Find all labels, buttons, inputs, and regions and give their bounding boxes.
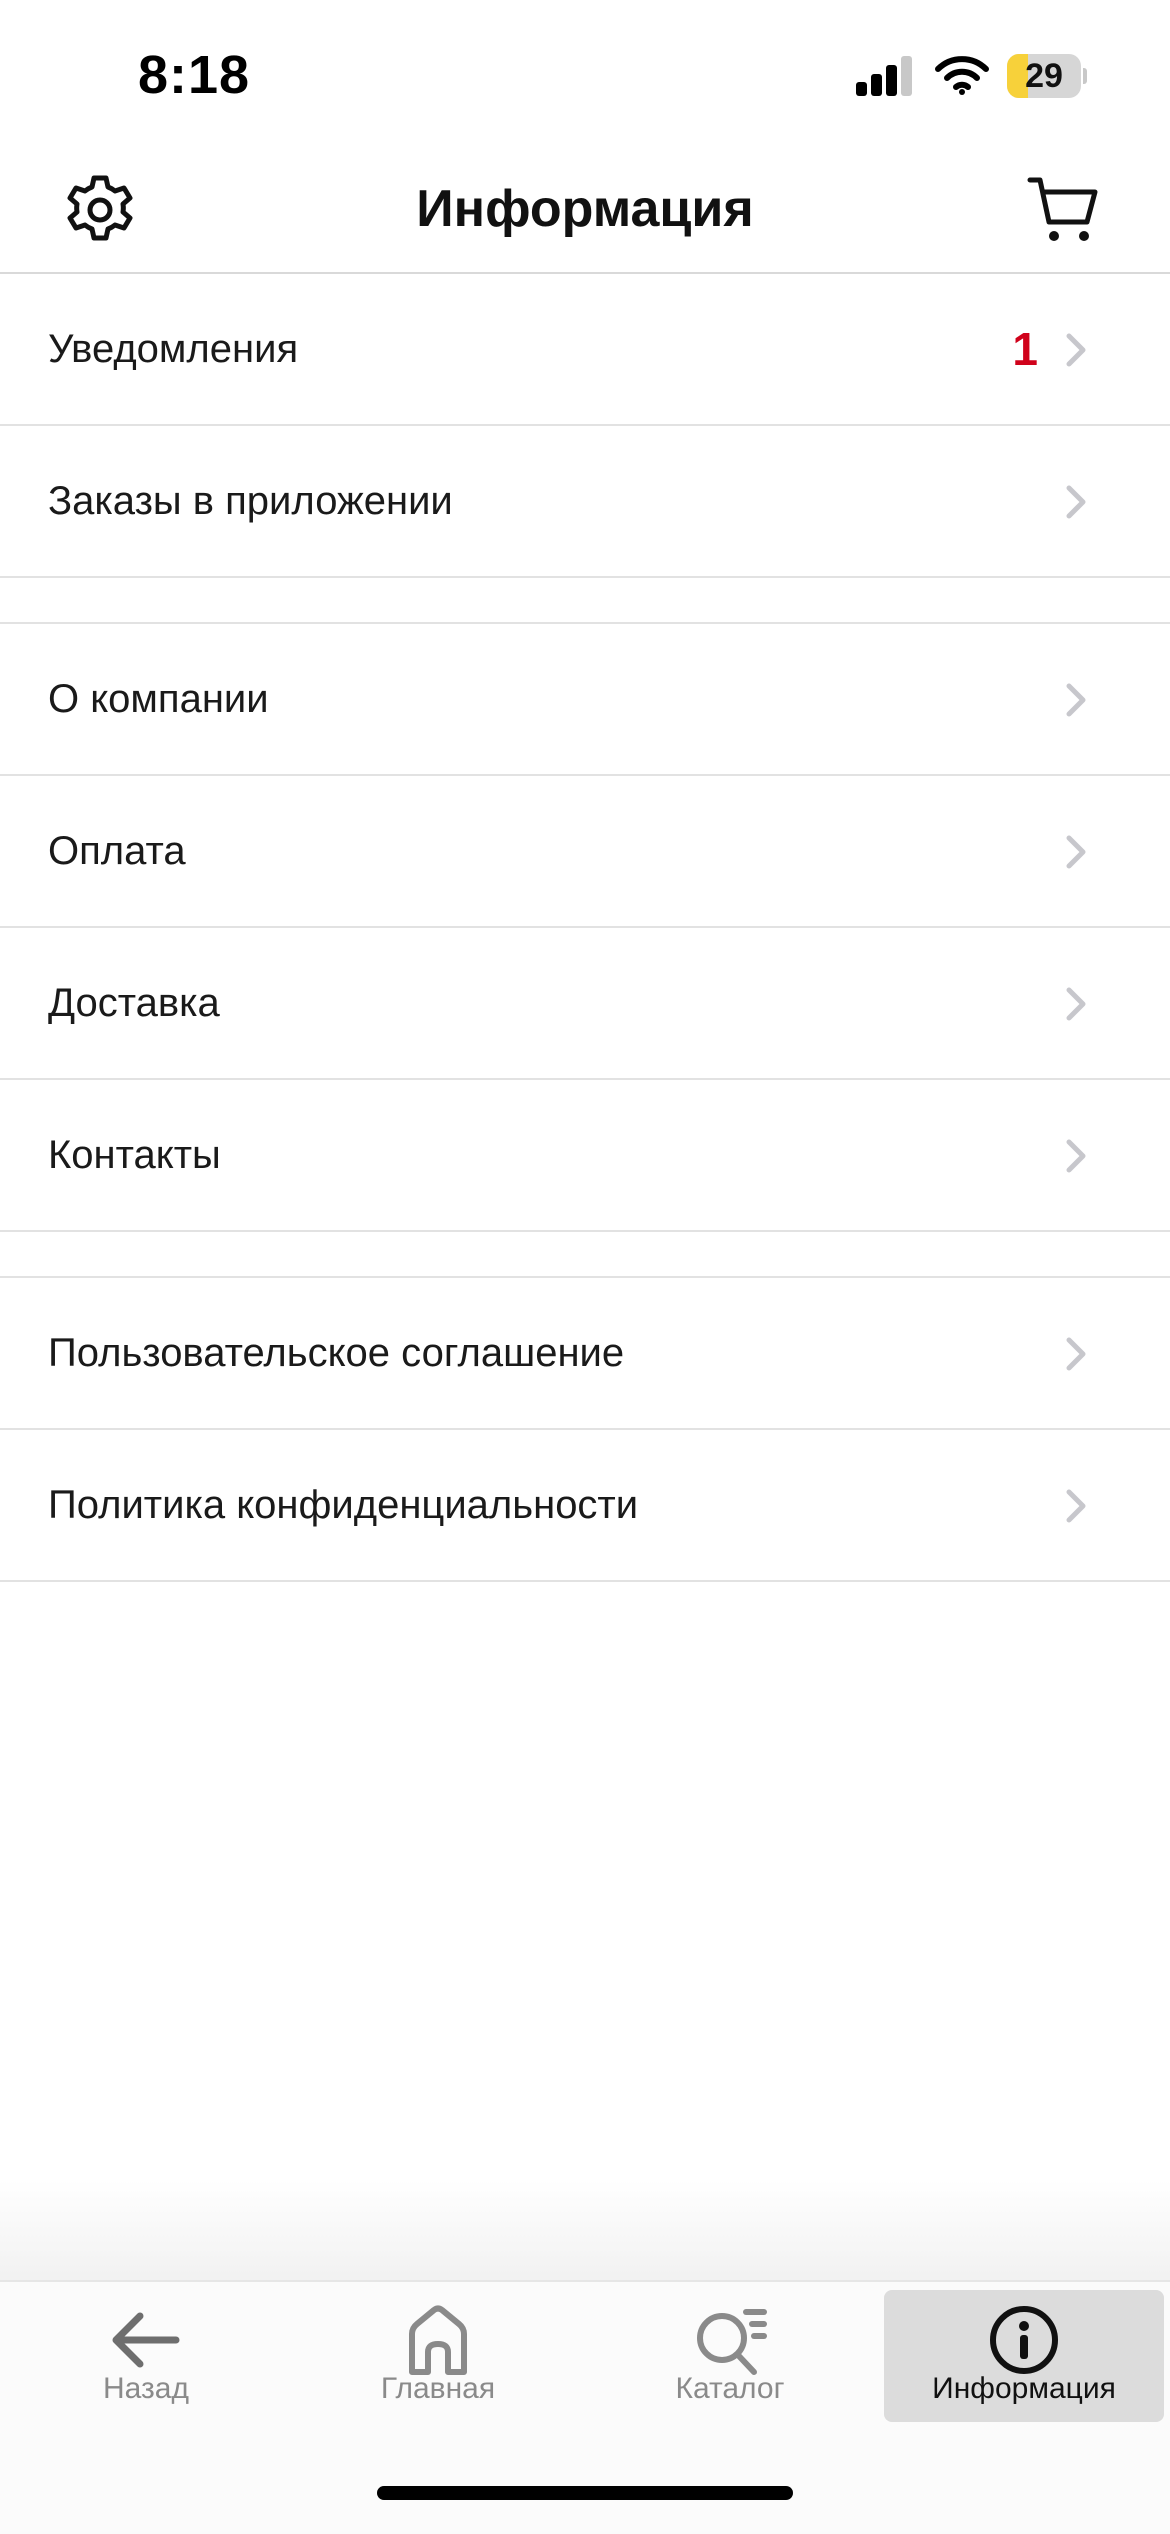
tab-label: Каталог bbox=[675, 2372, 785, 2405]
menu-item-about-company[interactable]: О компании bbox=[0, 624, 1170, 776]
tab-label: Назад bbox=[103, 2372, 189, 2405]
tab-catalog[interactable]: Каталог bbox=[590, 2290, 870, 2422]
info-icon bbox=[990, 2306, 1058, 2374]
menu-item-label: О компании bbox=[48, 677, 269, 721]
home-icon bbox=[409, 2305, 467, 2375]
chevron-right-icon bbox=[1066, 333, 1086, 367]
tab-home[interactable]: Главная bbox=[298, 2290, 578, 2422]
cellular-signal-icon bbox=[856, 56, 914, 96]
tab-information[interactable]: Информация bbox=[884, 2290, 1164, 2422]
page-title: Информация bbox=[416, 180, 754, 238]
tab-back[interactable]: Назад bbox=[6, 2290, 286, 2422]
menu-item-label: Оплата bbox=[48, 829, 186, 873]
battery-indicator: 29 bbox=[1007, 54, 1087, 98]
menu-item-label: Уведомления bbox=[48, 327, 299, 371]
settings-button[interactable] bbox=[60, 170, 140, 250]
menu-item-label: Политика конфиденциальности bbox=[48, 1483, 639, 1527]
chevron-right-icon bbox=[1066, 987, 1086, 1021]
chevron-right-icon bbox=[1066, 1139, 1086, 1173]
menu-item-user-agreement[interactable]: Пользовательское соглашение bbox=[0, 1278, 1170, 1430]
menu-item-label: Пользовательское соглашение bbox=[48, 1331, 625, 1375]
catalog-search-icon bbox=[697, 2309, 767, 2375]
tabbar-shadow bbox=[0, 2180, 1170, 2280]
tab-label: Главная bbox=[380, 2372, 496, 2405]
wifi-icon bbox=[935, 56, 989, 95]
menu-item-contacts[interactable]: Контакты bbox=[0, 1080, 1170, 1232]
menu-item-app-orders[interactable]: Заказы в приложении bbox=[0, 426, 1170, 578]
section-separator bbox=[0, 1232, 1170, 1278]
menu-item-delivery[interactable]: Доставка bbox=[0, 928, 1170, 1080]
gear-icon bbox=[67, 175, 133, 241]
chevron-right-icon bbox=[1066, 485, 1086, 519]
status-time: 8:18 bbox=[138, 45, 251, 105]
navigation-header: Информация bbox=[0, 150, 1170, 274]
menu-item-label: Контакты bbox=[48, 1133, 221, 1177]
battery-level: 29 bbox=[1025, 57, 1063, 95]
cart-icon bbox=[1027, 177, 1098, 241]
chevron-right-icon bbox=[1066, 835, 1086, 869]
arrow-left-icon bbox=[112, 2312, 180, 2368]
menu-item-notifications[interactable]: Уведомления 1 bbox=[0, 274, 1170, 426]
chevron-right-icon bbox=[1066, 1337, 1086, 1371]
menu-item-privacy-policy[interactable]: Политика конфиденциальности bbox=[0, 1430, 1170, 1582]
section-separator bbox=[0, 578, 1170, 624]
info-menu: Уведомления 1 Заказы в приложении О комп… bbox=[0, 274, 1170, 1582]
tab-label: Информация bbox=[932, 2372, 1116, 2405]
notification-count-badge: 1 bbox=[1012, 323, 1038, 375]
menu-item-label: Доставка bbox=[48, 981, 220, 1025]
chevron-right-icon bbox=[1066, 1489, 1086, 1523]
menu-item-payment[interactable]: Оплата bbox=[0, 776, 1170, 928]
status-bar: 8:18 29 bbox=[0, 0, 1170, 150]
menu-item-label: Заказы в приложении bbox=[48, 479, 453, 523]
chevron-right-icon bbox=[1066, 683, 1086, 717]
home-indicator bbox=[377, 2486, 793, 2500]
cart-button[interactable] bbox=[1026, 170, 1106, 250]
